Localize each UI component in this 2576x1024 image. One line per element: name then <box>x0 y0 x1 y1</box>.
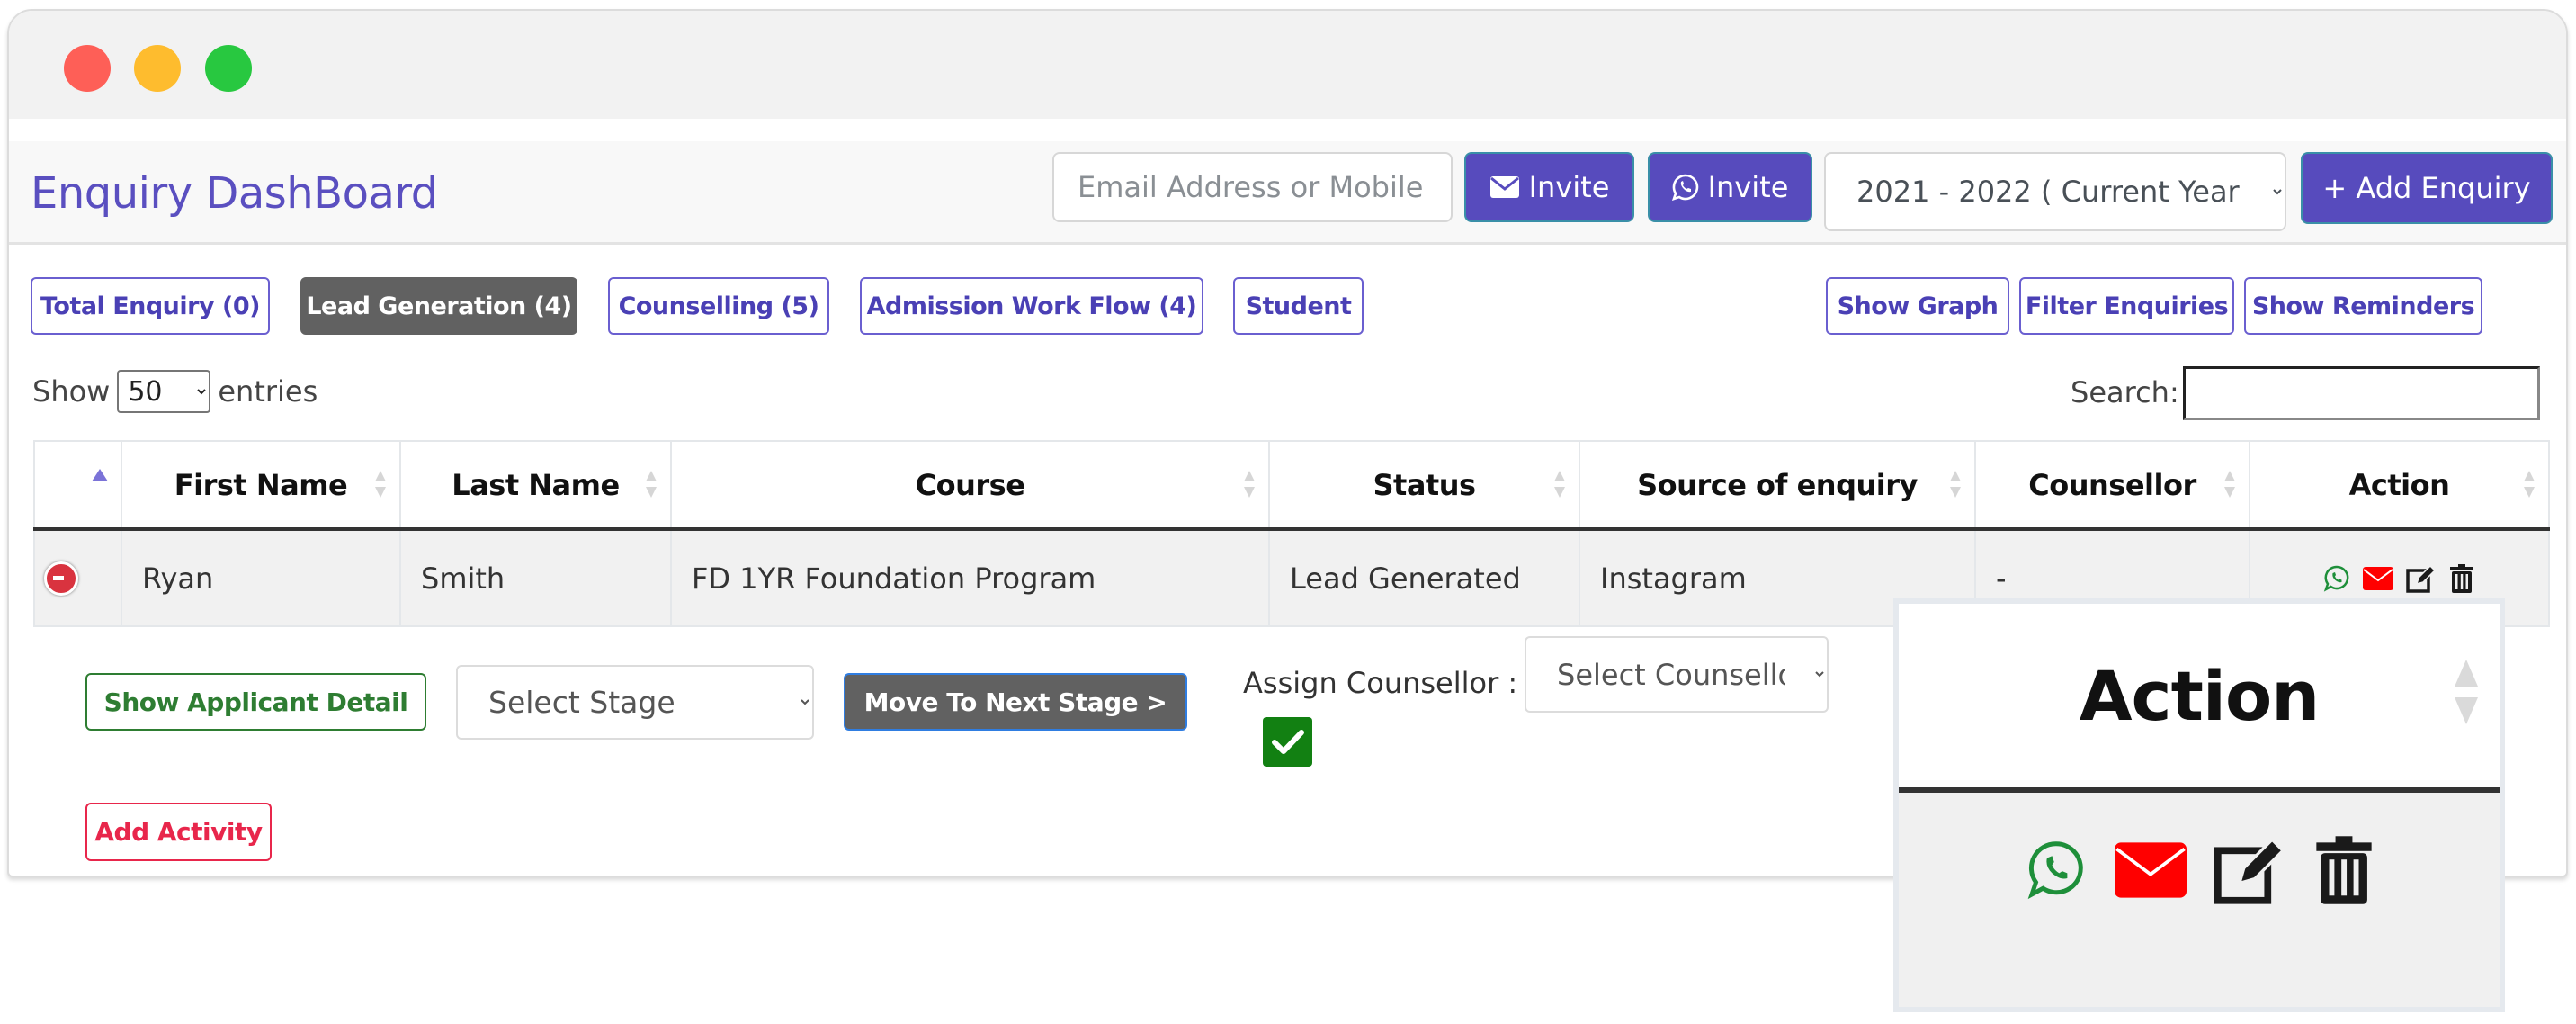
collapse-row-icon[interactable] <box>44 561 78 596</box>
entries-label: entries <box>218 374 318 409</box>
callout-actions <box>1899 833 2500 907</box>
page-title: Enquiry DashBoard <box>31 168 438 219</box>
sort-icon <box>2524 471 2535 498</box>
column-header-action[interactable]: Action <box>2249 440 2550 531</box>
course-cell: FD 1YR Foundation Program <box>670 528 1270 627</box>
tab-total-enquiry[interactable]: Total Enquiry (0) <box>31 277 270 335</box>
sort-icon <box>1950 471 1961 498</box>
callout-header: Action <box>1899 604 2500 793</box>
email-invite-button[interactable]: Invite <box>1464 152 1634 222</box>
column-label: First Name <box>174 467 348 502</box>
sort-icon <box>375 471 386 498</box>
column-header-source[interactable]: Source of enquiry <box>1579 440 1976 531</box>
envelope-icon <box>1489 176 1519 198</box>
assign-counsellor-label: Assign Counsellor : <box>1243 666 1518 700</box>
action-column-callout: Action <box>1893 598 2505 1012</box>
expand-cell[interactable] <box>33 528 122 627</box>
column-label: Action <box>2348 467 2450 502</box>
table-header-row: First Name Last Name Course Status Sourc… <box>33 440 2550 531</box>
maximize-window-button[interactable] <box>205 45 252 92</box>
whatsapp-invite-button[interactable]: Invite <box>1648 152 1812 222</box>
sort-icon <box>1554 471 1565 498</box>
email-icon[interactable] <box>2115 842 2187 898</box>
column-label: Source of enquiry <box>1637 467 1918 502</box>
column-header-status[interactable]: Status <box>1268 440 1580 531</box>
sort-icon <box>2224 471 2235 498</box>
sort-icon <box>646 471 657 498</box>
column-header-course[interactable]: Course <box>670 440 1270 531</box>
column-label: Status <box>1373 467 1476 502</box>
row-actions <box>2250 563 2547 594</box>
show-label: Show <box>32 374 111 409</box>
add-activity-button[interactable]: Add Activity <box>85 803 272 861</box>
entries-per-page-select[interactable]: 50 <box>117 370 211 413</box>
delete-icon[interactable] <box>2449 563 2474 594</box>
stage-select[interactable]: Select Stage <box>456 665 814 740</box>
tab-student[interactable]: Student <box>1233 277 1364 335</box>
whatsapp-invite-label: Invite <box>1707 170 1789 204</box>
add-enquiry-button[interactable]: + Add Enquiry <box>2301 152 2553 224</box>
minimize-window-button[interactable] <box>134 45 181 92</box>
page-length-control: Show 50 entries <box>32 366 318 417</box>
column-label: Last Name <box>452 467 620 502</box>
column-header-last-name[interactable]: Last Name <box>399 440 672 531</box>
edit-icon[interactable] <box>2406 564 2437 593</box>
email-icon[interactable] <box>2363 566 2393 590</box>
tab-admission-work-flow[interactable]: Admission Work Flow (4) <box>860 277 1203 335</box>
tab-lead-generation[interactable]: Lead Generation (4) <box>300 277 577 335</box>
column-label: Counsellor <box>2028 467 2196 502</box>
show-graph-button[interactable]: Show Graph <box>1826 277 2009 335</box>
counsellor-select[interactable]: Select Counsello <box>1525 636 1829 713</box>
delete-icon[interactable] <box>2314 833 2374 907</box>
filter-enquiries-button[interactable]: Filter Enquiries <box>2019 277 2234 335</box>
title-bar <box>9 11 2566 119</box>
column-header-first-name[interactable]: First Name <box>121 440 401 531</box>
callout-title: Action <box>2079 655 2321 736</box>
first-name-cell: Ryan <box>121 528 401 627</box>
search-label: Search: <box>2071 375 2179 409</box>
table-search-input[interactable] <box>2183 366 2540 420</box>
sort-ascending-icon <box>92 469 108 481</box>
last-name-cell: Smith <box>399 528 672 627</box>
move-to-next-stage-button[interactable]: Move To Next Stage > <box>844 673 1187 731</box>
confirm-assign-checkbox[interactable] <box>1263 717 1312 767</box>
whatsapp-icon[interactable] <box>2025 838 2088 903</box>
edit-icon[interactable] <box>2214 835 2287 905</box>
column-header-counsellor[interactable]: Counsellor <box>1974 440 2250 531</box>
close-window-button[interactable] <box>64 45 111 92</box>
page-header: Enquiry DashBoard Invite Invite 2021 - 2… <box>9 141 2566 245</box>
status-cell: Lead Generated <box>1268 528 1580 627</box>
column-header-expand[interactable] <box>33 440 122 531</box>
tab-counselling[interactable]: Counselling (5) <box>608 277 829 335</box>
academic-year-select[interactable]: 2021 - 2022 ( Current Year ) <box>1824 152 2286 231</box>
column-label: Course <box>915 467 1025 502</box>
checkmark-icon <box>1271 729 1304 754</box>
show-applicant-detail-button[interactable]: Show Applicant Detail <box>85 673 426 731</box>
sort-icon <box>2455 660 2478 724</box>
sort-icon <box>1244 471 1255 498</box>
show-reminders-button[interactable]: Show Reminders <box>2244 277 2482 335</box>
email-invite-label: Invite <box>1528 170 1610 204</box>
whatsapp-icon[interactable] <box>2323 564 2350 593</box>
whatsapp-icon <box>1671 174 1698 201</box>
invite-contact-input[interactable] <box>1052 152 1453 222</box>
